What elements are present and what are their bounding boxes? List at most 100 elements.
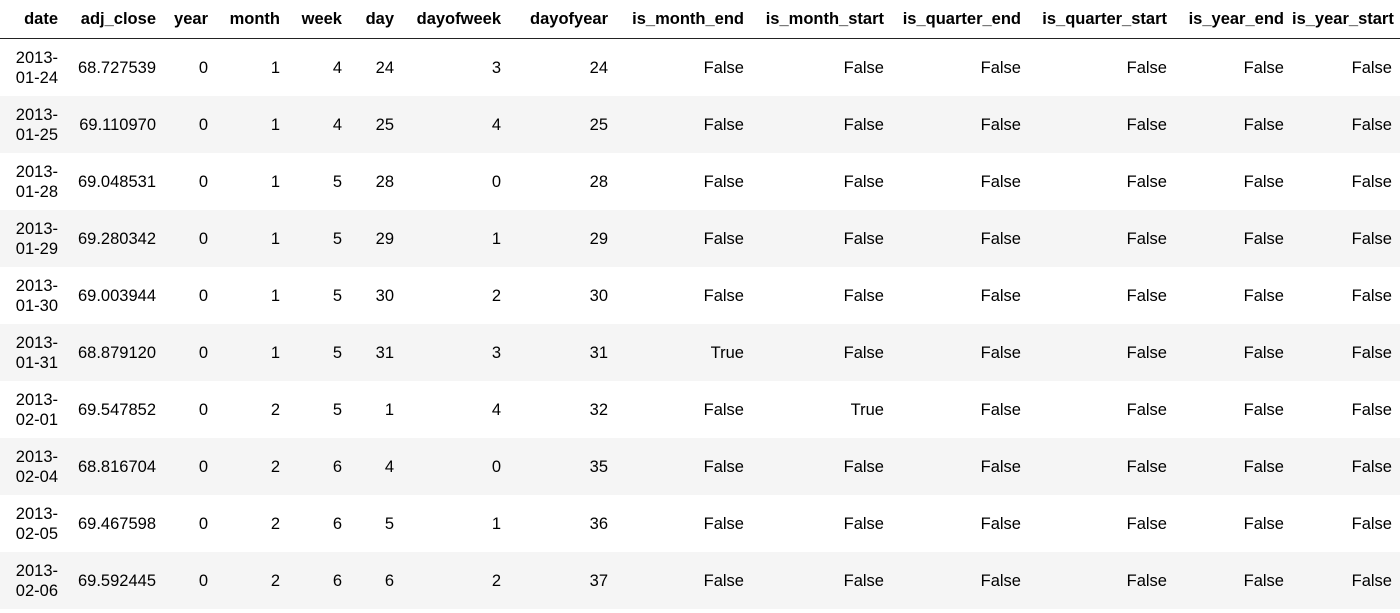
adj-close-cell: 69.547852 xyxy=(78,400,156,419)
day-cell: 24 xyxy=(375,58,394,77)
dayofyear-cell: 37 xyxy=(589,571,608,590)
dayofweek-cell: 3 xyxy=(491,343,501,362)
month-cell: 2 xyxy=(270,457,280,476)
is-year-end-cell: False xyxy=(1243,457,1284,476)
month-cell: 1 xyxy=(270,286,280,305)
is-month-start-cell: False xyxy=(843,286,884,305)
dataframe-table: date adj_close year month week day dayof… xyxy=(0,0,1400,609)
date-cell: 2013- 01-30 xyxy=(0,267,66,324)
date-cell: 2013- 01-28 xyxy=(0,153,66,210)
is-quarter-end-cell: False xyxy=(980,571,1021,590)
table-row: 2013- 02-01 69.547852 0 2 5 1 4 32 False … xyxy=(0,381,1400,438)
year-cell: 0 xyxy=(198,172,208,191)
week-cell: 5 xyxy=(332,172,342,191)
is-year-end-cell: False xyxy=(1243,172,1284,191)
adj-close-cell: 68.816704 xyxy=(78,457,156,476)
week-cell: 5 xyxy=(332,229,342,248)
day-cell: 31 xyxy=(375,343,394,362)
is-year-start-cell: False xyxy=(1351,58,1392,77)
is-month-start-cell: False xyxy=(843,58,884,77)
column-header-year: year xyxy=(164,0,216,39)
year-cell: 0 xyxy=(198,229,208,248)
table-row: 2013- 01-24 68.727539 0 1 4 24 3 24 False… xyxy=(0,38,1400,96)
dayofweek-cell: 0 xyxy=(491,172,501,191)
column-header-day: day xyxy=(350,0,402,39)
table-row: 2013- 01-28 69.048531 0 1 5 28 0 28 False… xyxy=(0,153,1400,210)
dayofweek-cell: 4 xyxy=(491,115,501,134)
dataframe-view: date adj_close year month week day dayof… xyxy=(0,0,1400,609)
day-cell: 5 xyxy=(384,514,394,533)
is-year-start-cell: False xyxy=(1351,286,1392,305)
date-month-day-part: 01-30 xyxy=(15,296,58,315)
header-row: date adj_close year month week day dayof… xyxy=(0,0,1400,39)
is-year-end-cell: False xyxy=(1243,514,1284,533)
is-quarter-end-cell: False xyxy=(980,457,1021,476)
is-month-start-cell: False xyxy=(843,115,884,134)
is-quarter-start-cell: False xyxy=(1126,571,1167,590)
adj-close-cell: 68.727539 xyxy=(78,58,156,77)
is-year-start-cell: False xyxy=(1351,571,1392,590)
is-month-end-cell: False xyxy=(703,571,744,590)
is-month-start-cell: False xyxy=(843,571,884,590)
dayofyear-cell: 28 xyxy=(589,172,608,191)
is-month-end-cell: False xyxy=(703,172,744,191)
column-header-is-year-end: is_year_end xyxy=(1175,0,1292,39)
is-quarter-start-cell: False xyxy=(1126,457,1167,476)
is-year-end-cell: False xyxy=(1243,229,1284,248)
column-header-is-quarter-end: is_quarter_end xyxy=(892,0,1029,39)
week-cell: 4 xyxy=(332,58,342,77)
is-month-end-cell: False xyxy=(703,229,744,248)
is-month-start-cell: False xyxy=(843,343,884,362)
is-month-start-cell: True xyxy=(850,400,884,419)
column-header-adj-close: adj_close xyxy=(66,0,164,39)
date-month-day-part: 01-24 xyxy=(15,68,58,87)
is-quarter-start-cell: False xyxy=(1126,172,1167,191)
is-month-end-cell: False xyxy=(703,514,744,533)
date-month-day-part: 01-28 xyxy=(15,182,58,201)
is-year-start-cell: False xyxy=(1351,343,1392,362)
adj-close-cell: 68.879120 xyxy=(78,343,156,362)
dayofyear-cell: 30 xyxy=(589,286,608,305)
date-month-day-part: 02-01 xyxy=(15,410,58,429)
year-cell: 0 xyxy=(198,514,208,533)
day-cell: 6 xyxy=(384,571,394,590)
dayofyear-cell: 29 xyxy=(589,229,608,248)
dayofyear-cell: 31 xyxy=(589,343,608,362)
adj-close-cell: 69.048531 xyxy=(78,172,156,191)
dayofweek-cell: 2 xyxy=(491,571,501,590)
is-quarter-end-cell: False xyxy=(980,172,1021,191)
adj-close-cell: 69.467598 xyxy=(78,514,156,533)
table-row: 2013- 02-06 69.592445 0 2 6 6 2 37 False … xyxy=(0,552,1400,609)
dayofweek-cell: 1 xyxy=(491,229,501,248)
is-quarter-start-cell: False xyxy=(1126,58,1167,77)
is-month-start-cell: False xyxy=(843,229,884,248)
is-month-end-cell: False xyxy=(703,115,744,134)
adj-close-cell: 69.003944 xyxy=(78,286,156,305)
is-quarter-end-cell: False xyxy=(980,343,1021,362)
week-cell: 6 xyxy=(332,514,342,533)
table-row: 2013- 01-30 69.003944 0 1 5 30 2 30 False… xyxy=(0,267,1400,324)
table-header: date adj_close year month week day dayof… xyxy=(0,0,1400,39)
date-month-day-part: 02-05 xyxy=(15,524,58,543)
date-year-part: 2013- xyxy=(15,276,58,295)
column-header-month: month xyxy=(216,0,288,39)
day-cell: 28 xyxy=(375,172,394,191)
is-month-start-cell: False xyxy=(843,172,884,191)
is-year-end-cell: False xyxy=(1243,286,1284,305)
is-year-start-cell: False xyxy=(1351,514,1392,533)
week-cell: 5 xyxy=(332,286,342,305)
week-cell: 5 xyxy=(332,400,342,419)
day-cell: 30 xyxy=(375,286,394,305)
dayofyear-cell: 36 xyxy=(589,514,608,533)
date-year-part: 2013- xyxy=(15,105,58,124)
day-cell: 29 xyxy=(375,229,394,248)
is-year-end-cell: False xyxy=(1243,400,1284,419)
dayofweek-cell: 2 xyxy=(491,286,501,305)
dayofweek-cell: 0 xyxy=(491,457,501,476)
table-row: 2013- 02-04 68.816704 0 2 6 4 0 35 False … xyxy=(0,438,1400,495)
table-row: 2013- 01-29 69.280342 0 1 5 29 1 29 False… xyxy=(0,210,1400,267)
is-quarter-end-cell: False xyxy=(980,115,1021,134)
column-header-date: date xyxy=(0,0,66,39)
year-cell: 0 xyxy=(198,343,208,362)
is-quarter-end-cell: False xyxy=(980,58,1021,77)
